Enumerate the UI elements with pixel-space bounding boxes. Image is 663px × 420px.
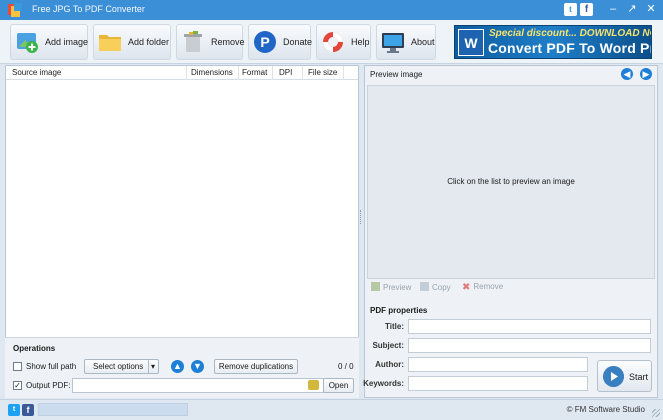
remove-action-button[interactable]: ✖ Remove <box>462 282 504 293</box>
preview-canvas[interactable]: Click on the list to preview an image <box>367 85 655 279</box>
output-pdf-path-input[interactable] <box>72 378 324 393</box>
monitor-icon <box>382 33 404 53</box>
column-divider[interactable] <box>238 66 239 80</box>
column-divider[interactable] <box>302 66 303 80</box>
item-count: 0 / 0 <box>338 362 354 371</box>
move-up-button[interactable]: ▲ <box>171 360 184 373</box>
start-button[interactable]: Start <box>597 360 652 392</box>
preview-icon <box>371 282 380 291</box>
column-divider[interactable] <box>343 66 344 80</box>
title-bar: Free JPG To PDF Converter t f – ↗ ✕ <box>0 0 663 20</box>
remove-duplications-button[interactable]: Remove duplications <box>214 359 298 374</box>
about-button[interactable]: About <box>376 24 436 60</box>
close-icon: ✖ <box>462 282 471 293</box>
copy-action-button[interactable]: Copy <box>420 282 451 292</box>
svg-text:P: P <box>260 34 269 50</box>
author-field-label: Author: <box>375 360 404 369</box>
folder-icon <box>99 35 121 51</box>
column-dimensions[interactable]: Dimensions <box>191 68 233 77</box>
open-button[interactable]: Open <box>323 378 354 393</box>
add-image-icon <box>17 33 38 53</box>
browse-folder-icon[interactable] <box>308 380 319 390</box>
preview-action-button[interactable]: Preview <box>371 282 411 292</box>
add-folder-label: Add folder <box>128 37 170 47</box>
column-file-size[interactable]: File size <box>308 68 337 77</box>
facebook-icon[interactable]: f <box>22 404 34 416</box>
status-bar: t f © FM Software Studio <box>0 399 663 420</box>
help-label: Help <box>351 37 370 47</box>
add-folder-button[interactable]: Add folder <box>93 24 171 60</box>
facebook-icon[interactable]: f <box>580 3 593 16</box>
start-label: Start <box>629 372 649 382</box>
output-pdf-label[interactable]: Output PDF: <box>26 381 70 390</box>
twitter-icon[interactable]: t <box>8 404 20 416</box>
copy-icon <box>420 282 429 291</box>
resize-grip-icon[interactable] <box>652 409 660 417</box>
twitter-icon[interactable]: t <box>564 3 577 16</box>
previous-arrow-icon[interactable]: ◀ <box>621 68 633 80</box>
preview-actions: Preview Copy ✖ Remove <box>369 282 653 296</box>
remove-label: Remove <box>211 37 245 47</box>
minimize-button[interactable]: – <box>606 2 620 17</box>
preview-placeholder-text: Click on the list to preview an image <box>447 177 575 186</box>
copyright-text[interactable]: © FM Software Studio <box>567 405 645 414</box>
select-options-label: Select options <box>93 362 144 371</box>
column-format[interactable]: Format <box>242 68 267 77</box>
promo-product: Convert PDF To Word Pro <box>488 40 652 56</box>
window-title: Free JPG To PDF Converter <box>32 4 145 14</box>
remove-button[interactable]: Remove <box>176 24 245 60</box>
lifebuoy-icon <box>323 32 343 52</box>
dropdown-arrow-icon: ▾ <box>148 360 157 373</box>
title-field-label: Title: <box>385 322 404 331</box>
close-button[interactable]: ✕ <box>644 2 658 17</box>
select-options-dropdown[interactable]: Select options ▾ <box>84 359 159 374</box>
panel-splitter[interactable] <box>360 210 363 224</box>
subject-field-label: Subject: <box>372 341 404 350</box>
keywords-field-label: Keywords: <box>363 379 404 388</box>
promo-banner[interactable]: W Special discount... DOWNLOAD NOW! Conv… <box>454 25 652 59</box>
move-down-button[interactable]: ▼ <box>191 360 204 373</box>
next-arrow-icon[interactable]: ▶ <box>640 68 652 80</box>
column-dpi[interactable]: DPI <box>279 68 292 77</box>
donate-label: Donate <box>283 37 313 47</box>
keywords-field[interactable] <box>408 376 588 391</box>
show-full-path-checkbox[interactable] <box>13 362 22 371</box>
column-divider[interactable] <box>186 66 187 80</box>
remove-action-label: Remove <box>473 282 504 291</box>
list-header: Source image Dimensions Format DPI File … <box>6 66 358 80</box>
add-image-label: Add image <box>45 37 89 47</box>
preview-title: Preview image <box>370 70 423 79</box>
add-image-button[interactable]: Add image <box>10 24 88 60</box>
show-full-path-label[interactable]: Show full path <box>26 362 76 371</box>
subject-field[interactable] <box>408 338 651 353</box>
paypal-icon: P <box>254 31 276 53</box>
pdf-properties-title: PDF properties <box>370 306 428 315</box>
author-field[interactable] <box>408 357 588 372</box>
maximize-button[interactable]: ↗ <box>625 2 639 17</box>
title-field[interactable] <box>408 319 651 334</box>
column-source-image[interactable]: Source image <box>12 68 61 77</box>
column-divider[interactable] <box>272 66 273 80</box>
promo-headline: Special discount... DOWNLOAD NOW! <box>489 28 651 39</box>
help-button[interactable]: Help <box>316 24 371 60</box>
app-logo-icon <box>8 3 22 17</box>
preview-panel: Preview image ◀ ▶ Click on the list to p… <box>363 65 658 398</box>
progress-bar <box>38 403 188 416</box>
about-label: About <box>411 37 435 47</box>
donate-button[interactable]: P Donate <box>248 24 313 60</box>
play-icon <box>603 366 624 387</box>
output-pdf-checkbox[interactable]: ✓ <box>13 381 22 390</box>
copy-action-label: Copy <box>432 283 451 292</box>
word-icon: W <box>458 29 484 56</box>
preview-action-label: Preview <box>383 283 412 292</box>
operations-title: Operations <box>13 344 56 353</box>
trash-icon <box>184 31 202 52</box>
operations-panel: Operations Show full path Select options… <box>5 337 359 398</box>
